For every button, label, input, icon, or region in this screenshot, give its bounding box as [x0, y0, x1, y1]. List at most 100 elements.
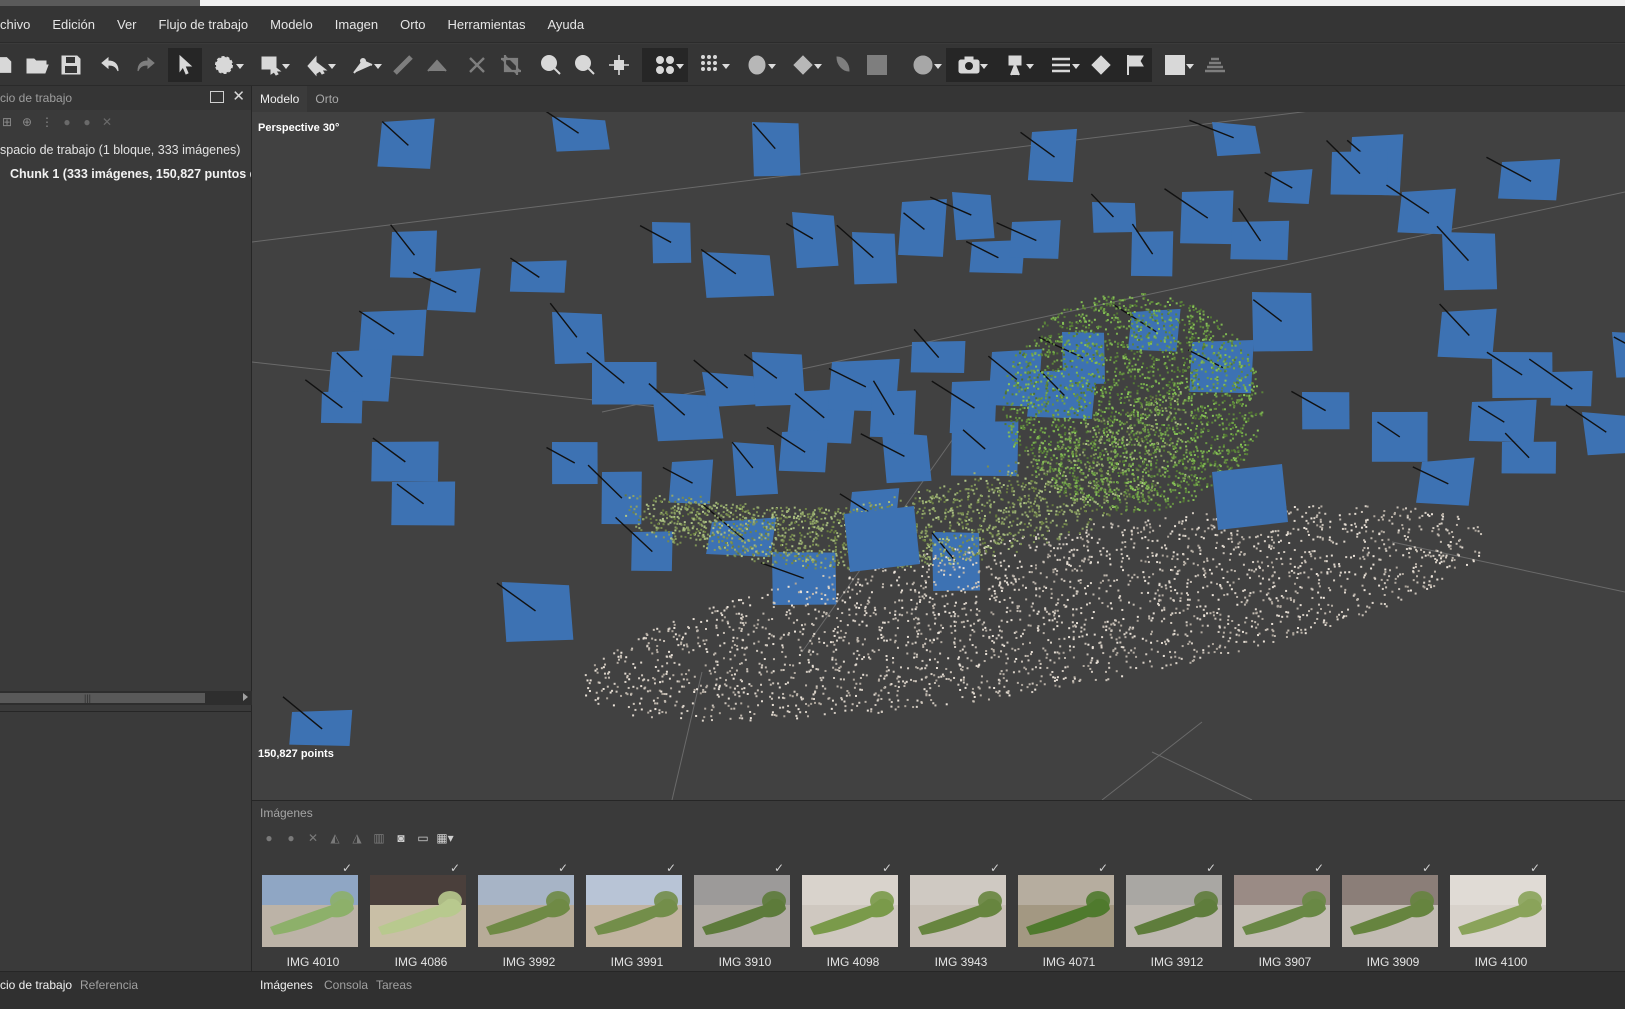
point-cloud-scene[interactable]	[252, 112, 1625, 800]
thumbnail-label: IMG 4086	[394, 955, 448, 969]
menu-archivo[interactable]: chivo	[0, 17, 41, 32]
menu-herramientas[interactable]: Herramientas	[436, 17, 536, 32]
tab-espacio-de-trabajo[interactable]: cio de trabajo	[0, 976, 72, 994]
camera-plane	[952, 192, 995, 241]
tab-consola[interactable]: Consola	[324, 976, 368, 994]
menu-bar: chivo Edición Ver Flujo de trabajo Model…	[0, 6, 1625, 43]
menu-ver[interactable]: Ver	[106, 17, 148, 32]
zoom-out-icon[interactable]	[568, 48, 602, 82]
texture-icon[interactable]	[826, 48, 860, 82]
redo-icon[interactable]	[128, 48, 162, 82]
disable-icon[interactable]: ●	[80, 115, 94, 129]
shape-polyline-icon[interactable]	[386, 48, 420, 82]
new-file-icon[interactable]	[0, 48, 20, 82]
checkmark-icon: ✓	[881, 861, 892, 875]
thumbnail-picture	[1018, 875, 1114, 947]
rotate-selection-icon[interactable]	[202, 48, 248, 82]
thumbnail-label: IMG 4100	[1474, 955, 1528, 969]
camera-plane	[552, 117, 610, 152]
menu-imagen[interactable]: Imagen	[324, 17, 389, 32]
menu-orto[interactable]: Orto	[389, 17, 436, 32]
tab-referencia[interactable]: Referencia	[80, 976, 138, 994]
save-icon[interactable]	[54, 48, 88, 82]
measure-icon[interactable]	[420, 48, 454, 82]
camera-tripod-icon[interactable]	[992, 47, 1038, 82]
bounding-box-line	[1101, 721, 1203, 800]
add-folder-icon[interactable]: ⋮	[40, 115, 54, 129]
agisoft-metashape-window: chivo Edición Ver Flujo de trabajo Model…	[0, 0, 1625, 1009]
thumbnail-picture	[1342, 875, 1438, 947]
add-photos-icon[interactable]: ⊕	[20, 115, 34, 129]
checkmark-icon: ✓	[557, 861, 568, 875]
layers-icon[interactable]	[1198, 48, 1232, 82]
undo-icon[interactable]	[94, 48, 128, 82]
tab-imagenes[interactable]: Imágenes	[260, 976, 313, 994]
checkmark-icon: ✓	[989, 861, 1000, 875]
tab-orto[interactable]: Orto	[307, 86, 346, 112]
camera-plane	[882, 432, 932, 484]
select-arrow-icon[interactable]	[168, 47, 202, 82]
dem-icon[interactable]	[860, 48, 894, 82]
menu-ayuda[interactable]: Ayuda	[536, 17, 595, 32]
camera-plane	[772, 552, 837, 605]
undock-icon[interactable]	[210, 91, 225, 103]
workspace-root-item[interactable]: spacio de trabajo (1 bloque, 333 imágene…	[0, 138, 251, 162]
camera-plane	[502, 582, 574, 642]
crop-icon[interactable]	[494, 48, 528, 82]
menu-lines-icon[interactable]	[1038, 47, 1084, 82]
projection-label: Perspective 30°	[258, 122, 340, 134]
globe-icon[interactable]	[900, 48, 946, 82]
camera-icon[interactable]	[946, 47, 992, 82]
grid-view-icon[interactable]: ▦▾	[436, 829, 454, 847]
flag-icon[interactable]	[1118, 47, 1152, 82]
disable-cameras-icon[interactable]: ●	[282, 829, 300, 847]
tab-tareas[interactable]: Tareas	[376, 976, 412, 994]
dense-cloud-icon[interactable]	[734, 48, 780, 82]
main-toolbar	[0, 44, 1625, 86]
sparse-points-icon[interactable]	[688, 48, 734, 82]
duplicate-icon[interactable]: ▭	[414, 829, 432, 847]
delete-icon[interactable]	[460, 48, 494, 82]
rectangle-selection-icon[interactable]	[248, 48, 294, 82]
model-3d-viewport[interactable]: Perspective 30° 150,827 points	[252, 112, 1625, 800]
scroll-right-arrow-icon[interactable]	[243, 693, 248, 701]
tab-modelo[interactable]: Modelo	[252, 86, 308, 112]
enable-icon[interactable]: ●	[60, 115, 74, 129]
scrollbar-thumb[interactable]	[0, 693, 205, 703]
mask-icon[interactable]: ◙	[392, 829, 410, 847]
enable-cameras-icon[interactable]: ●	[260, 829, 278, 847]
ruler-icon[interactable]	[340, 48, 386, 82]
shaded-model-icon[interactable]	[1084, 47, 1118, 82]
rotate-left-icon[interactable]: ◭	[326, 829, 344, 847]
reset-view-icon[interactable]	[602, 48, 636, 82]
chunk-item[interactable]: Chunk 1 (333 imágenes, 150,827 puntos de	[0, 162, 251, 186]
menu-modelo[interactable]: Modelo	[259, 17, 324, 32]
image-thumbnails: ✓ IMG 4010 ✓ IMG 4086 ✓ IMG 3992 ✓ IMG 3991 ✓ IMG…	[252, 859, 1625, 972]
workspace-panel: cio de trabajo ✕ ⊞ ⊕ ⋮ ● ● ✕ spacio de t…	[0, 86, 252, 711]
mesh-icon[interactable]	[780, 48, 826, 82]
checkmark-icon: ✓	[1313, 861, 1324, 875]
thumbnail-picture	[262, 875, 358, 947]
open-folder-icon[interactable]	[20, 48, 54, 82]
reference-panel-area	[0, 711, 252, 971]
point-cloud-icon[interactable]	[642, 47, 688, 82]
add-chunk-icon[interactable]: ⊞	[0, 115, 14, 129]
images-toolbar: ● ● ✕ ◭ ◮ ▥ ◙ ▭ ▦▾	[252, 825, 1625, 851]
thumbnail-label: IMG 3912	[1150, 955, 1204, 969]
compare-icon[interactable]: ▥	[370, 829, 388, 847]
workspace-horizontal-scrollbar[interactable]: |||	[0, 691, 252, 705]
camera-plane	[1212, 464, 1288, 530]
remove-icon[interactable]: ✕	[100, 115, 114, 129]
menu-edicion[interactable]: Edición	[41, 17, 106, 32]
close-icon[interactable]: ✕	[232, 89, 245, 104]
move-object-icon[interactable]	[294, 48, 340, 82]
thumbnail-label: IMG 3910	[718, 955, 772, 969]
remove-cameras-icon[interactable]: ✕	[304, 829, 322, 847]
workspace-toolbar: ⊞ ⊕ ⋮ ● ● ✕	[0, 110, 251, 134]
image-toolbar-icon[interactable]	[1152, 48, 1198, 82]
checkmark-icon: ✓	[1205, 861, 1216, 875]
menu-flujo-de-trabajo[interactable]: Flujo de trabajo	[148, 17, 260, 32]
rotate-right-icon[interactable]: ◮	[348, 829, 366, 847]
thumbnail-picture	[802, 875, 898, 947]
zoom-in-icon[interactable]	[534, 48, 568, 82]
